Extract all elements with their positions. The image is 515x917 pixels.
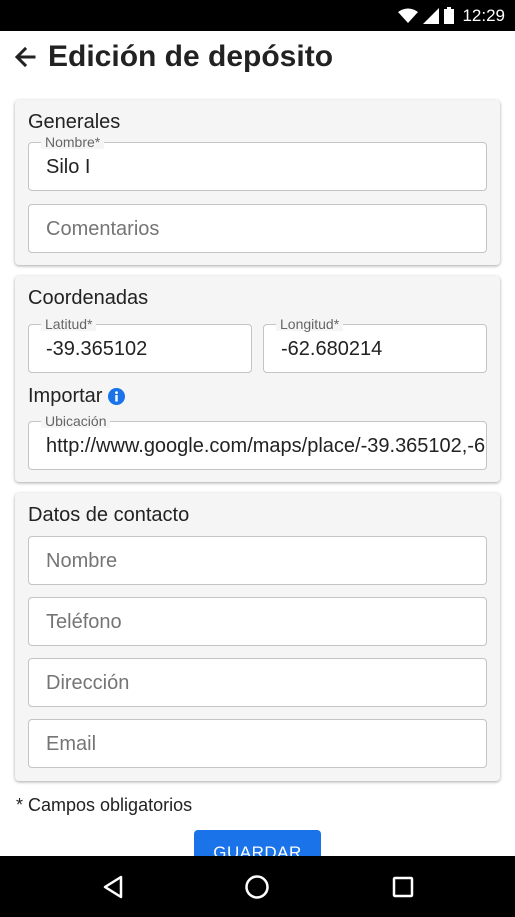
location-field[interactable]: Ubicación http://www.google.com/maps/pla… xyxy=(28,414,487,470)
nav-home-button[interactable] xyxy=(243,873,271,901)
system-nav-bar xyxy=(0,856,515,917)
wifi-icon xyxy=(398,8,419,23)
longitude-field[interactable]: Longitud* -62.680214 xyxy=(263,317,487,373)
address-placeholder: Dirección xyxy=(46,672,130,694)
latitude-field[interactable]: Latitud* -39.365102 xyxy=(28,317,252,373)
general-card: Generales Nombre* Silo I Comentarios xyxy=(15,100,500,265)
status-bar: 12:29 xyxy=(0,0,515,31)
nav-recents-button[interactable] xyxy=(389,873,417,901)
triangle-back-icon xyxy=(103,875,123,899)
phone-placeholder: Teléfono xyxy=(46,611,122,633)
email-field[interactable]: Email xyxy=(28,719,487,768)
name-field-value: Silo I xyxy=(46,156,91,178)
address-field[interactable]: Dirección xyxy=(28,658,487,707)
square-recents-icon xyxy=(392,876,414,898)
status-time: 12:29 xyxy=(462,5,505,25)
info-icon[interactable] xyxy=(108,388,126,405)
coordinates-section-title: Coordenadas xyxy=(28,287,149,309)
latitude-field-legend: Latitud* xyxy=(41,317,97,331)
nav-back-button[interactable] xyxy=(99,873,127,901)
circle-home-icon xyxy=(245,875,269,899)
contact-name-placeholder: Nombre xyxy=(46,550,118,572)
name-field-legend: Nombre* xyxy=(41,135,105,149)
page-title: Edición de depósito xyxy=(48,40,334,73)
contact-name-field[interactable]: Nombre xyxy=(28,536,487,585)
phone-field[interactable]: Teléfono xyxy=(28,597,487,646)
name-field[interactable]: Nombre* Silo I xyxy=(28,135,487,191)
contact-section-title: Datos de contacto xyxy=(28,504,190,526)
general-section-title: Generales xyxy=(28,111,121,133)
longitude-field-legend: Longitud* xyxy=(276,317,344,331)
coordinates-card: Coordenadas Latitud* -39.365102 Longitud… xyxy=(15,276,500,482)
signal-icon xyxy=(423,7,440,24)
status-icons xyxy=(398,7,455,24)
comments-field[interactable]: Comentarios xyxy=(28,204,487,253)
comments-field-placeholder: Comentarios xyxy=(46,218,160,240)
longitude-field-value: -62.680214 xyxy=(281,338,383,360)
location-field-legend: Ubicación xyxy=(41,414,111,428)
import-label: Importar xyxy=(28,385,103,407)
latitude-field-value: -39.365102 xyxy=(46,338,148,360)
contact-card: Datos de contacto Nombre Teléfono Direcc… xyxy=(15,493,500,781)
arrow-left-icon xyxy=(14,46,36,68)
import-row: Importar xyxy=(28,385,126,408)
email-placeholder: Email xyxy=(46,733,97,755)
app-header: Edición de depósito xyxy=(0,31,515,83)
battery-icon xyxy=(444,7,455,24)
back-button[interactable] xyxy=(14,46,36,68)
location-field-value: http://www.google.com/maps/place/-39.365… xyxy=(46,435,486,457)
required-fields-note: * Campos obligatorios xyxy=(16,795,193,815)
